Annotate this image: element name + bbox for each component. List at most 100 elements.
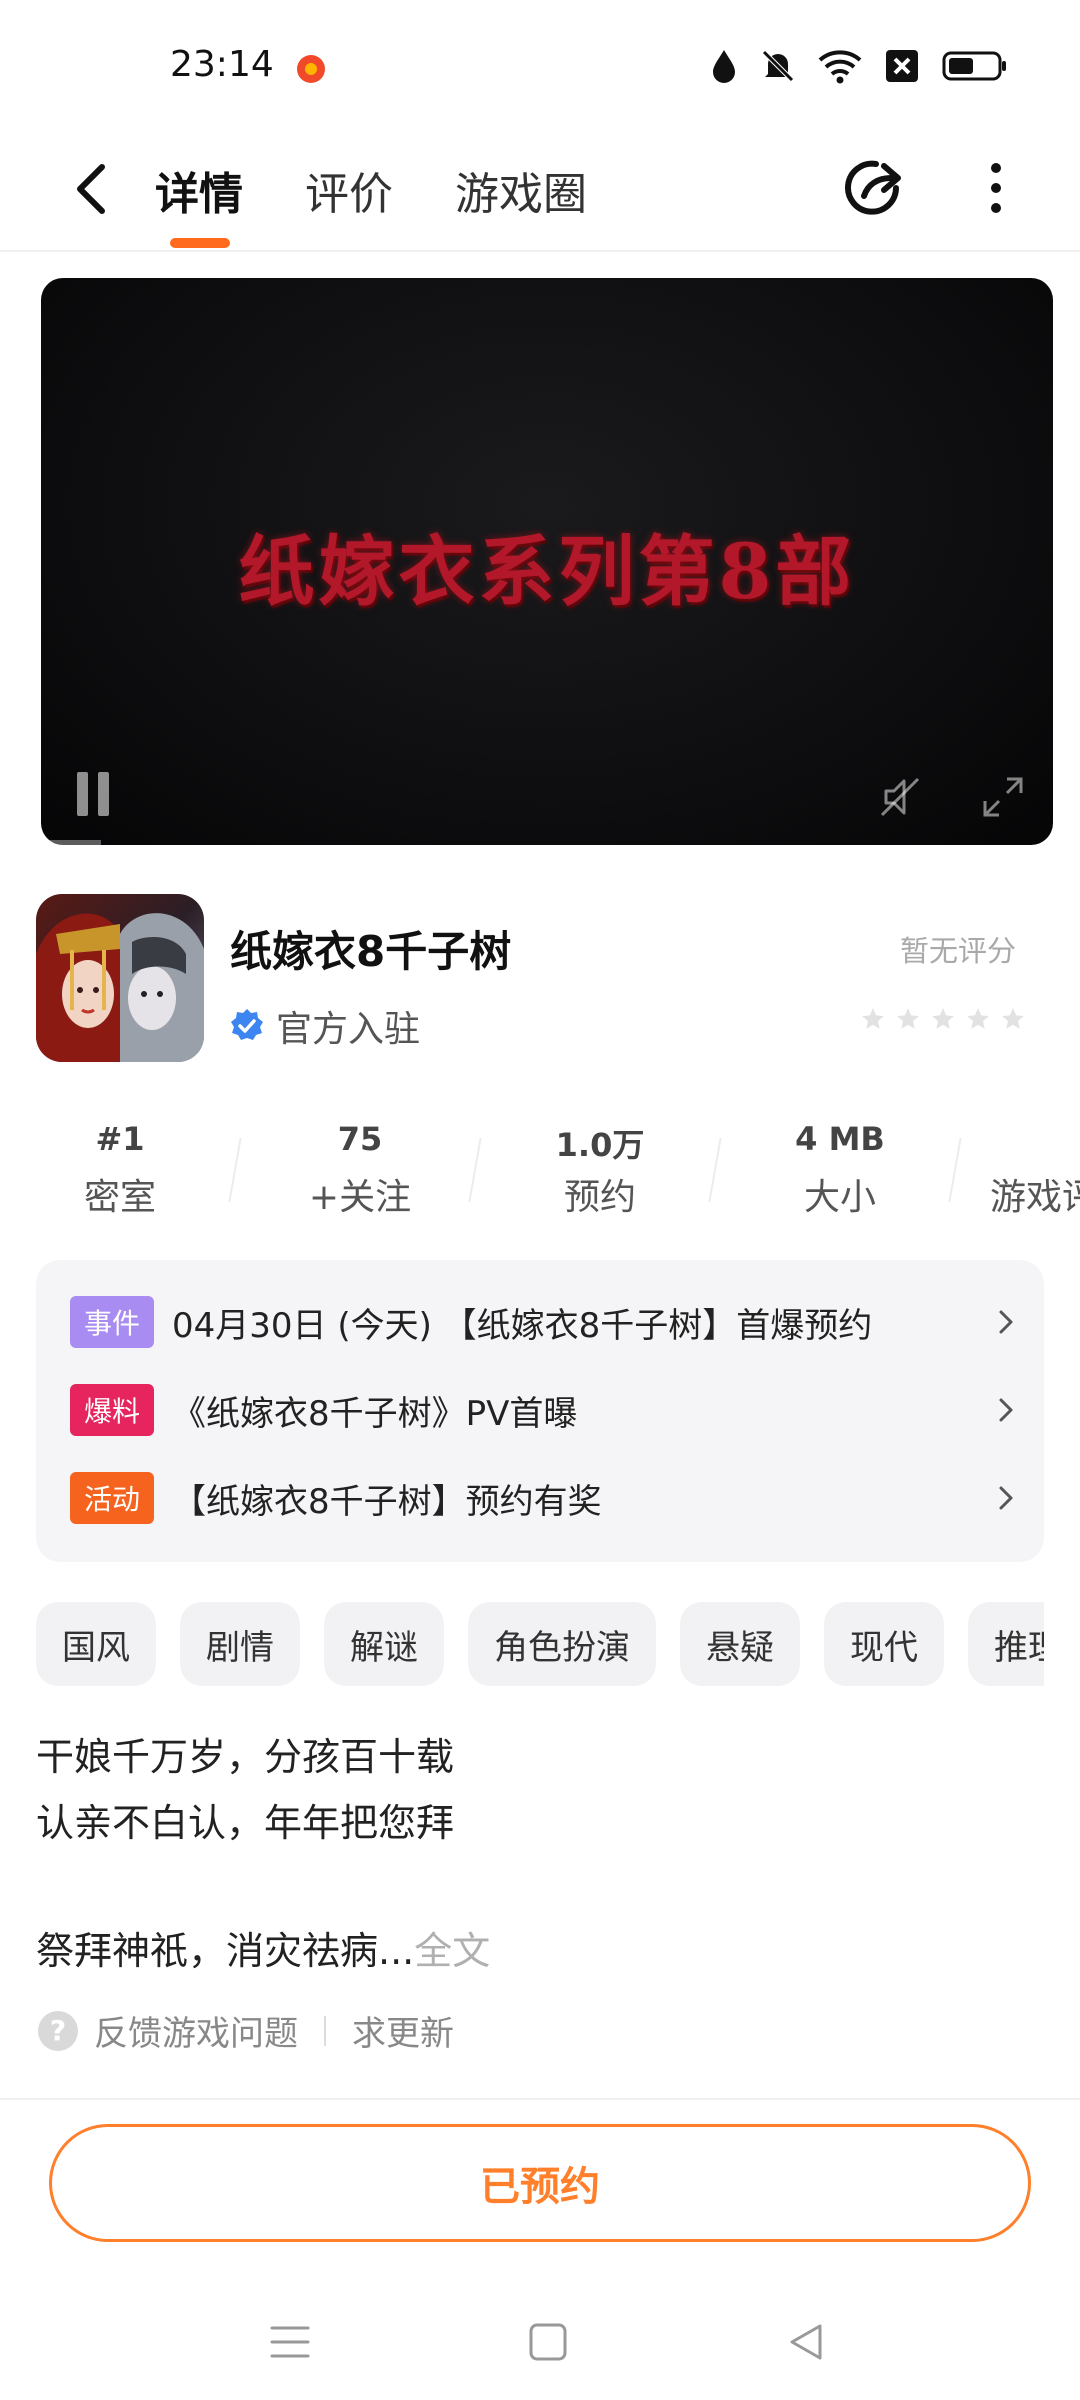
menu-icon (270, 2326, 310, 2358)
star-rating (860, 1006, 1026, 1032)
stat-label: 密室 (83, 1177, 156, 1218)
feedback-row: ? 反馈游戏问题 求更新 (38, 2006, 454, 2055)
status-bar: 23:14 (0, 0, 1080, 130)
stat-value: 1.0万 (555, 1126, 645, 1164)
menu-button[interactable] (260, 2312, 320, 2372)
stat-size: 4 MB 大小 (720, 1120, 960, 1220)
tag-chip[interactable]: 推理 (968, 1602, 1044, 1686)
stat-follow[interactable]: 75 +关注 (240, 1120, 480, 1220)
tag-chip[interactable]: 国风 (36, 1602, 156, 1686)
stat-value: 75 (337, 1120, 383, 1158)
event-row-leak[interactable]: 爆料 《纸嫁衣8千子树》PV首曝 (70, 1380, 1020, 1440)
rating-text: 暂无评分 (899, 934, 1016, 968)
video-player[interactable]: 纸嫁衣系列第8部 (41, 278, 1053, 845)
top-nav-bar: 详情 评价 游戏圈 (0, 130, 1080, 252)
active-tab-indicator (170, 238, 230, 248)
stat-label: 大小 (803, 1177, 876, 1218)
chevron-left-icon (77, 164, 105, 214)
tag-chip[interactable]: 悬疑 (680, 1602, 800, 1686)
description-line: 认亲不白认，年年把您拜 (36, 1801, 455, 1845)
event-text: 《纸嫁衣8千子树》PV首曝 (172, 1393, 578, 1434)
tag-chip[interactable]: 剧情 (180, 1602, 300, 1686)
battery-icon (942, 50, 1008, 82)
events-card: 事件 04月30日 (今天) 【纸嫁衣8千子树】首爆预约 爆料 《纸嫁衣8千子树… (36, 1260, 1044, 1562)
home-button[interactable] (518, 2312, 578, 2372)
stat-label: 游戏评 (990, 1177, 1080, 1218)
stat-label: 预约 (563, 1177, 636, 1218)
stat-value: 5 (990, 1120, 1080, 1164)
report-issue-link[interactable]: 反馈游戏问题 (94, 2006, 298, 2055)
game-description: 干娘千万岁，分孩百十载 认亲不白认，年年把您拜 祭拜神祇，消灾祛病...全文 (36, 1724, 1044, 1984)
sim-off-icon (884, 48, 920, 84)
more-dot-icon (991, 183, 1001, 193)
event-badge: 爆料 (70, 1384, 154, 1436)
back-button[interactable] (60, 156, 120, 222)
request-update-link[interactable]: 求更新 (352, 2006, 454, 2055)
stat-label: +关注 (308, 1177, 412, 1218)
video-title-text: 纸嫁衣系列第8部 (238, 527, 856, 616)
bell-mute-icon (760, 48, 796, 84)
stats-row: #1 密室 75 +关注 1.0万 预约 4 MB 大小 5 游戏评 (0, 1120, 1080, 1220)
event-badge: 活动 (70, 1472, 154, 1524)
pause-button[interactable] (77, 772, 117, 818)
official-label: 官方入驻 (276, 1009, 421, 1050)
event-badge: 事件 (70, 1296, 154, 1348)
star-icon (967, 1008, 989, 1029)
triangle-back-icon (790, 2324, 822, 2360)
event-row-activity[interactable]: 活动 【纸嫁衣8千子树】预约有奖 (70, 1468, 1020, 1528)
pause-bar-icon (98, 772, 109, 816)
star-icon (897, 1008, 919, 1029)
tag-chip[interactable]: 角色扮演 (468, 1602, 656, 1686)
chevron-right-icon (999, 1398, 1013, 1422)
description-line: 干娘千万岁，分孩百十载 (36, 1735, 455, 1779)
more-dot-icon (991, 163, 1001, 173)
tag-list: 国风 剧情 解谜 角色扮演 悬疑 现代 推理 (36, 1602, 1044, 1686)
system-nav-bar (0, 2290, 1080, 2400)
question-icon: ? (38, 2010, 78, 2051)
back-nav-button[interactable] (776, 2312, 836, 2372)
game-icon (36, 894, 204, 1062)
reserved-button[interactable]: 已预约 (49, 2124, 1031, 2242)
home-icon (529, 2323, 567, 2361)
event-text: 【纸嫁衣8千子树】预约有奖 (172, 1481, 602, 1522)
star-icon (1002, 1008, 1024, 1029)
stat-rank[interactable]: #1 密室 (0, 1120, 240, 1220)
video-progress-bar[interactable] (41, 840, 101, 845)
water-drop-icon (710, 48, 738, 84)
official-badge: 官方入驻 (228, 1000, 420, 1052)
stat-reviews[interactable]: 5 游戏评 (960, 1120, 1080, 1220)
tag-chip[interactable]: 现代 (824, 1602, 944, 1686)
tag-chip[interactable]: 解谜 (324, 1602, 444, 1686)
pause-bar-icon (77, 772, 88, 816)
more-dot-icon (991, 203, 1001, 213)
more-options-button[interactable] (978, 152, 1014, 224)
chevron-right-icon (999, 1310, 1013, 1334)
tab-game-circle[interactable]: 游戏圈 (455, 150, 587, 232)
stat-value: 4 MB (795, 1120, 885, 1158)
expand-full-text-link[interactable]: 全文 (414, 1929, 490, 1973)
wifi-icon (818, 48, 862, 84)
stat-value: #1 (95, 1120, 145, 1158)
fullscreen-icon (983, 777, 1023, 817)
chevron-right-icon (999, 1486, 1013, 1510)
status-icons (710, 46, 1008, 86)
verified-icon (231, 1009, 263, 1040)
tab-details[interactable]: 详情 (155, 150, 243, 232)
event-row-event[interactable]: 事件 04月30日 (今天) 【纸嫁衣8千子树】首爆预约 (70, 1292, 1020, 1352)
share-button[interactable] (840, 152, 912, 224)
description-line: 祭拜神祇，消灾祛病... (36, 1929, 415, 1973)
star-icon (862, 1008, 884, 1029)
status-time: 23:14 (170, 44, 274, 85)
stat-reservations: 1.0万 预约 (480, 1120, 720, 1220)
share-icon (845, 160, 901, 215)
mute-button[interactable] (876, 773, 924, 821)
event-text: 04月30日 (今天) 【纸嫁衣8千子树】首爆预约 (172, 1305, 873, 1346)
game-title: 纸嫁衣8千子树 (230, 927, 512, 976)
star-icon (932, 1008, 954, 1029)
fullscreen-button[interactable] (979, 773, 1027, 821)
volume-off-icon (880, 777, 920, 817)
tab-reviews[interactable]: 评价 (305, 150, 393, 232)
notification-app-icon (297, 55, 325, 83)
tab-bar: 详情 评价 游戏圈 (155, 150, 587, 232)
divider (0, 2098, 1080, 2100)
